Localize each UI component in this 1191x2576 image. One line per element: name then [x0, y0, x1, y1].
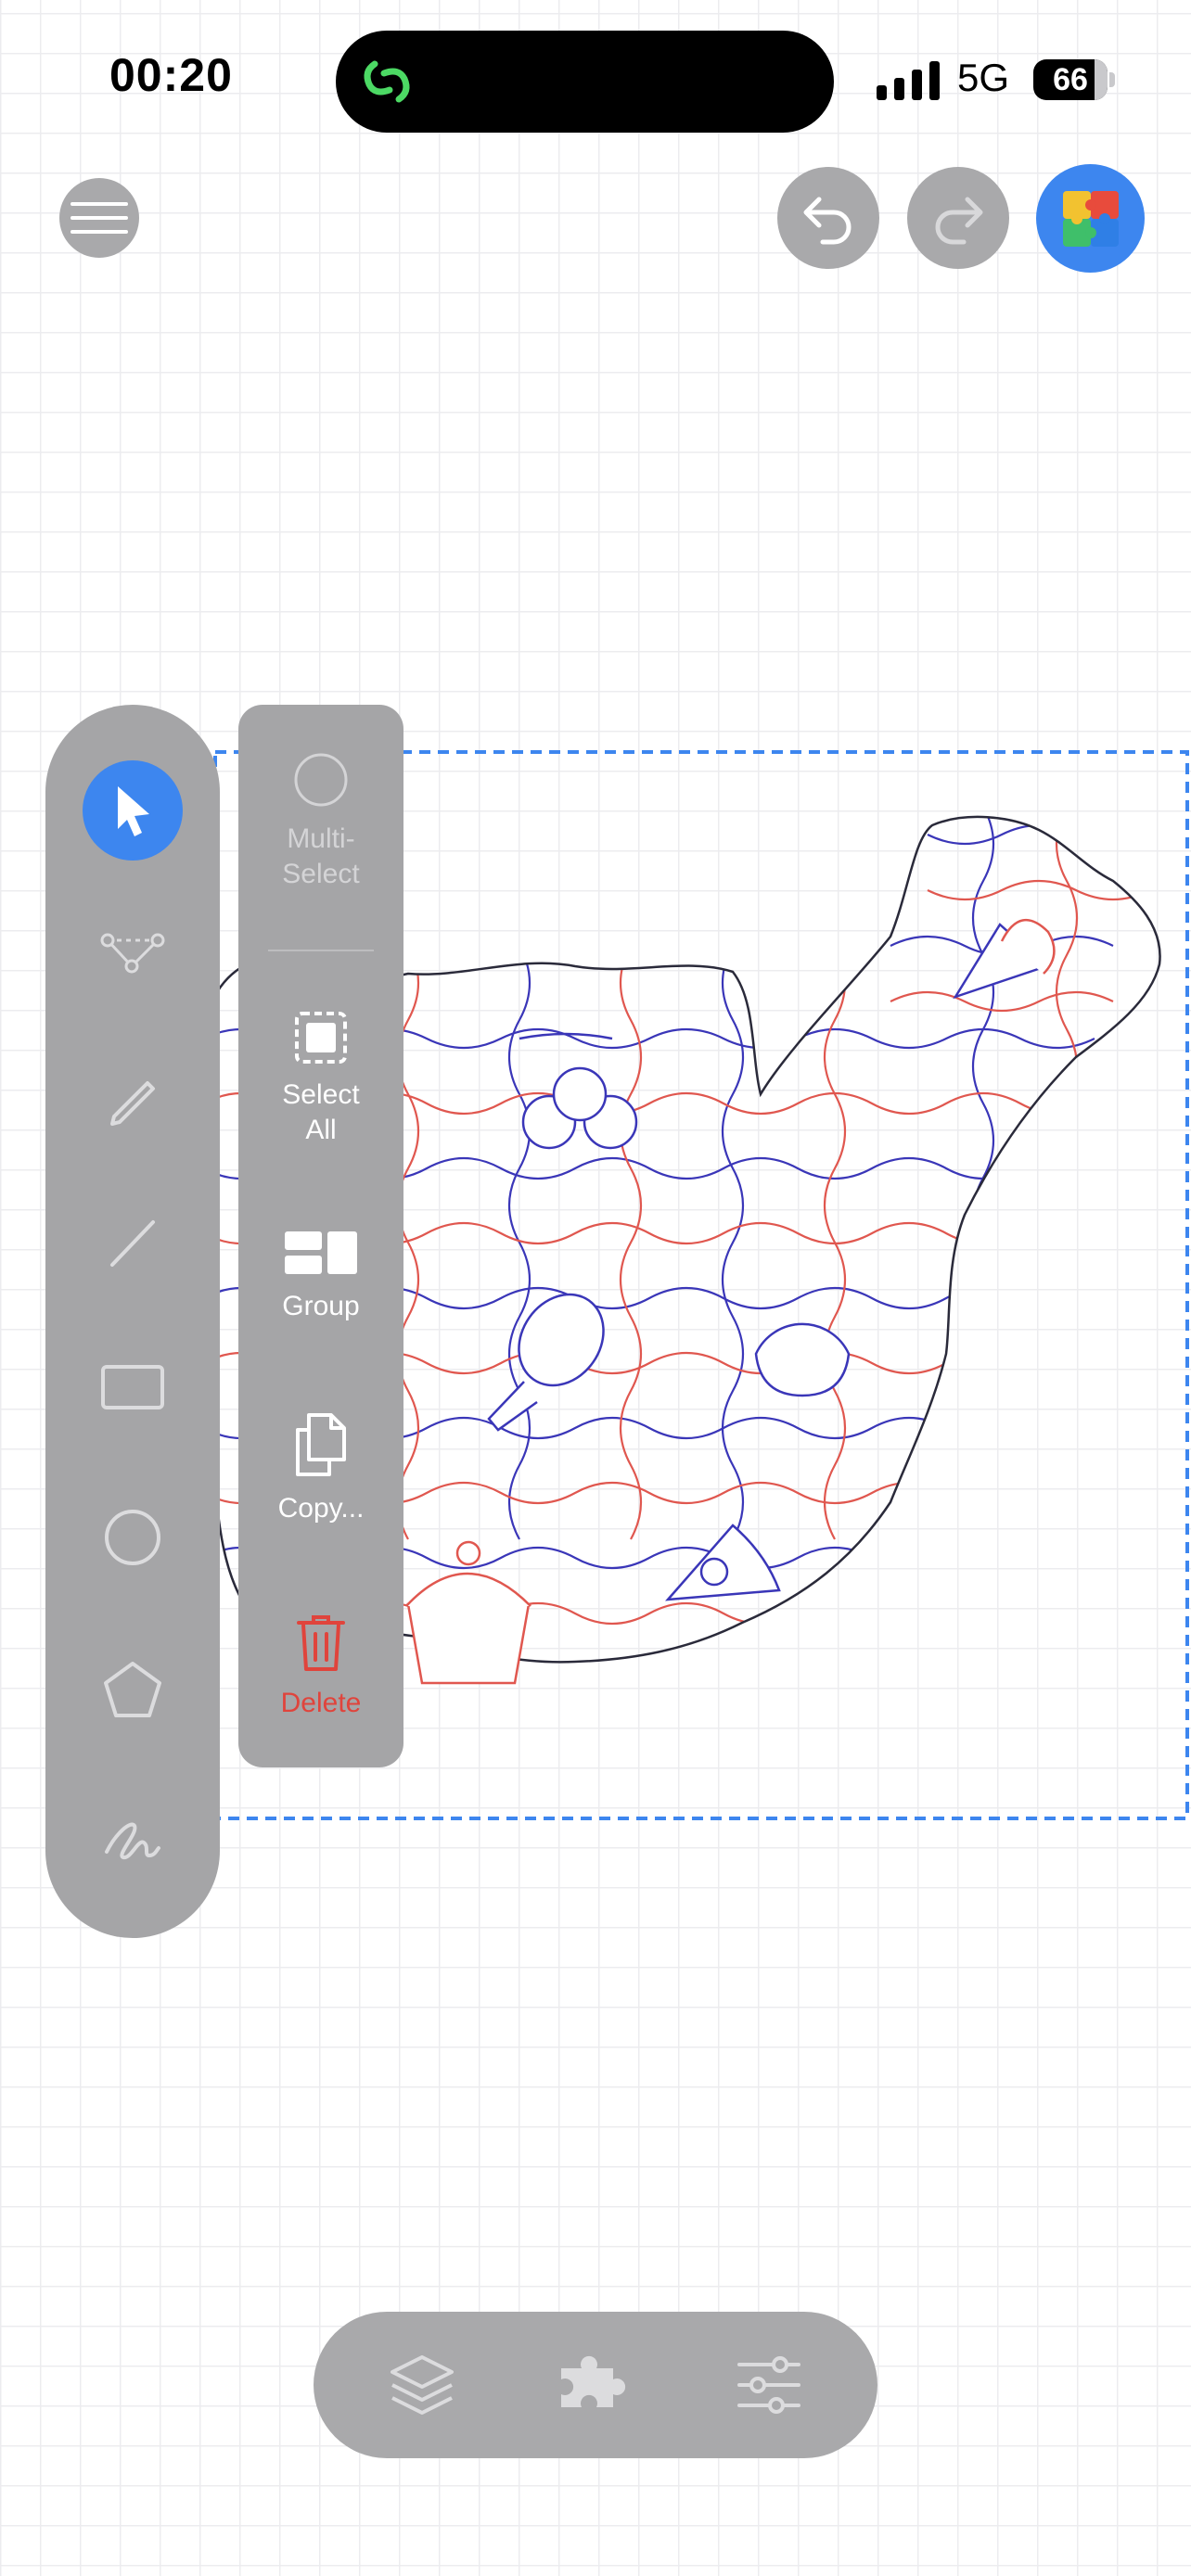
- scribble-icon: [105, 1822, 160, 1859]
- battery-icon: 66: [1033, 59, 1115, 100]
- bottom-toolbar: [314, 2312, 877, 2458]
- layers-icon: [391, 2355, 454, 2415]
- node-tool[interactable]: [79, 899, 186, 1007]
- select-all-option[interactable]: Select All: [238, 1011, 403, 1148]
- menu-button[interactable]: [59, 178, 139, 258]
- redo-button[interactable]: [907, 167, 1009, 269]
- polygon-tool[interactable]: [79, 1636, 186, 1743]
- copy-option[interactable]: Copy...: [238, 1411, 403, 1526]
- multi-select-option[interactable]: Multi- Select: [238, 751, 403, 892]
- delete-label: Delete: [280, 1688, 362, 1718]
- pointer-icon: [118, 786, 149, 836]
- selection-context-menu: Multi- Select Select All Group Copy... D…: [238, 705, 403, 1767]
- circle-tool[interactable]: [79, 1484, 186, 1591]
- rectangle-icon: [101, 1365, 164, 1409]
- sliders-icon: [737, 2356, 800, 2414]
- network-type: 5G: [957, 56, 1010, 99]
- group-label: Group: [282, 1291, 360, 1321]
- delete-option[interactable]: Delete: [238, 1612, 403, 1721]
- puzzle-piece-icon: [561, 2355, 626, 2407]
- redo-icon: [935, 197, 983, 245]
- drawing-toolbar: [45, 705, 220, 1938]
- empty-circle-icon: [294, 753, 348, 807]
- line-tool[interactable]: [79, 1189, 186, 1296]
- app-button[interactable]: [1036, 164, 1145, 273]
- pencil-icon: [110, 1081, 155, 1126]
- settings-button[interactable]: [727, 2343, 811, 2427]
- group-icon: [285, 1231, 357, 1274]
- pentagon-icon: [104, 1662, 161, 1717]
- menu-icon: [70, 202, 128, 234]
- circle-icon: [105, 1510, 160, 1565]
- select-all-label: Select All: [282, 1079, 360, 1145]
- puzzle-button[interactable]: [554, 2343, 637, 2427]
- copy-icon: [296, 1413, 346, 1476]
- select-all-icon: [295, 1012, 347, 1064]
- rectangle-tool[interactable]: [79, 1333, 186, 1441]
- status-time: 00:20: [109, 49, 233, 101]
- trash-icon: [297, 1615, 345, 1671]
- layers-button[interactable]: [380, 2343, 464, 2427]
- battery-level: 66: [1053, 62, 1088, 97]
- signal-icon: [877, 61, 940, 100]
- app-activity-icon: [364, 60, 410, 103]
- menu-divider: [268, 950, 374, 951]
- undo-button[interactable]: [777, 167, 879, 269]
- undo-icon: [803, 197, 852, 245]
- puzzle-app-icon: [1062, 190, 1119, 247]
- multi-select-label: Multi- Select: [282, 823, 360, 889]
- line-icon: [110, 1220, 155, 1267]
- nodes-icon: [100, 933, 165, 974]
- group-option[interactable]: Group: [238, 1230, 403, 1324]
- copy-label: Copy...: [277, 1493, 365, 1524]
- pencil-tool[interactable]: [79, 1044, 186, 1152]
- freehand-tool[interactable]: [79, 1784, 186, 1892]
- select-tool[interactable]: [83, 760, 183, 861]
